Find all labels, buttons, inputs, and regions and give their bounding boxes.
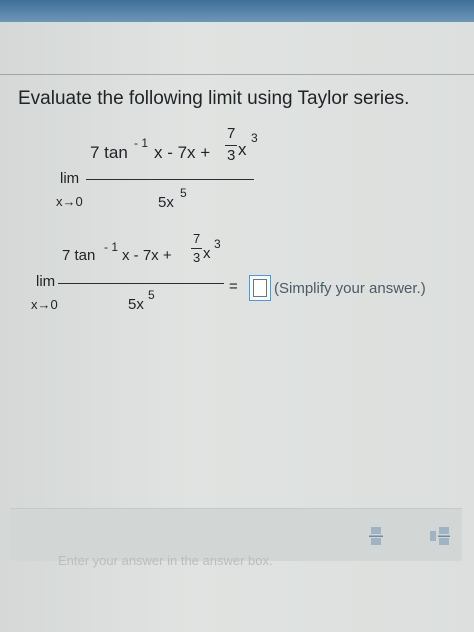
limit-fraction-bar: [58, 283, 224, 284]
cubic-exponent: 3: [214, 237, 221, 251]
header-divider: [0, 74, 474, 75]
tan-term: 7 tan: [62, 247, 96, 264]
limit-label: lim: [60, 170, 80, 187]
denominator-exponent: 5: [148, 288, 155, 302]
linear-terms: x - 7x +: [122, 247, 172, 264]
limit-label: lim: [36, 273, 56, 290]
mixed-number-tool-button[interactable]: [427, 523, 453, 549]
cubic-variable: x: [238, 140, 247, 159]
denominator-term: 5x: [128, 296, 144, 313]
equals-sign: =: [229, 278, 238, 295]
coef-numerator: 7: [193, 231, 201, 246]
coef-fraction-bar: [225, 145, 237, 146]
tan-term: 7 tan: [90, 143, 128, 162]
limit-approach: x→0: [56, 194, 83, 209]
linear-terms: x - 7x +: [154, 143, 211, 162]
denominator-term: 5x: [158, 194, 174, 211]
fraction-tool-button[interactable]: [363, 523, 389, 549]
fraction-tool-icon: [369, 527, 383, 545]
inverse-exponent: - 1: [104, 240, 119, 254]
inverse-exponent: - 1: [134, 136, 149, 150]
answer-input-box[interactable]: [249, 275, 271, 301]
question-prompt: Evaluate the following limit using Taylo…: [18, 88, 410, 109]
limit-approach: x→0: [31, 297, 58, 312]
coef-fraction-bar: [191, 248, 202, 249]
denominator-exponent: 5: [180, 186, 187, 200]
mixed-number-tool-icon: [430, 527, 450, 545]
coef-denominator: 3: [227, 147, 236, 164]
cubic-exponent: 3: [251, 131, 258, 145]
answer-input-cursor-box[interactable]: [253, 279, 267, 297]
limit-fraction-bar: [86, 179, 254, 180]
coef-denominator: 3: [193, 250, 201, 265]
coef-numerator: 7: [227, 125, 236, 142]
cubic-variable: x: [203, 245, 211, 262]
simplify-note: (Simplify your answer.): [274, 280, 426, 297]
footer-hint: Enter your answer in the answer box.: [58, 553, 273, 568]
window-top-bar: [0, 0, 474, 22]
